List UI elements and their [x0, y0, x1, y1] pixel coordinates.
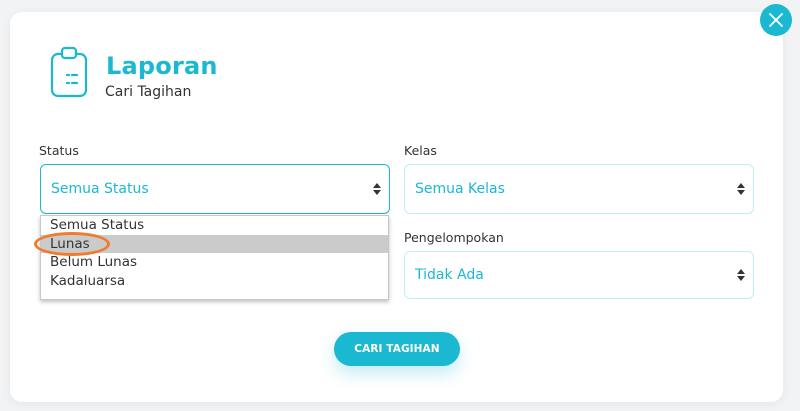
kelas-select[interactable]: Semua Kelas	[404, 164, 754, 214]
status-select-value: Semua Status	[51, 181, 149, 197]
pengelompokan-select[interactable]: Tidak Ada	[404, 251, 754, 299]
page-title: Laporan	[106, 52, 218, 80]
sort-arrows-icon	[373, 183, 381, 195]
search-bill-button[interactable]: CARI TAGIHAN	[334, 332, 460, 366]
sort-arrows-icon	[737, 183, 745, 195]
status-option-lunas[interactable]: Lunas	[41, 234, 388, 253]
status-dropdown-list: Semua Status Lunas Belum Lunas Kadaluars…	[40, 215, 389, 300]
pengelompokan-select-value: Tidak Ada	[415, 267, 484, 283]
status-option-semua[interactable]: Semua Status	[41, 216, 388, 235]
close-button[interactable]	[760, 4, 792, 36]
kelas-select-value: Semua Kelas	[415, 181, 505, 197]
status-option-kadaluarsa[interactable]: Kadaluarsa	[41, 272, 388, 291]
page-subtitle: Cari Tagihan	[105, 84, 192, 100]
status-label: Status	[39, 143, 79, 158]
pengelompokan-label: Pengelompokan	[404, 230, 504, 245]
status-option-belum-lunas[interactable]: Belum Lunas	[41, 253, 388, 272]
close-icon	[769, 13, 783, 27]
kelas-label: Kelas	[404, 143, 437, 158]
clipboard-icon	[50, 46, 90, 100]
sort-arrows-icon	[737, 269, 745, 281]
report-modal: Laporan Cari Tagihan Status Semua Status…	[10, 12, 783, 402]
status-select[interactable]: Semua Status	[40, 164, 390, 214]
